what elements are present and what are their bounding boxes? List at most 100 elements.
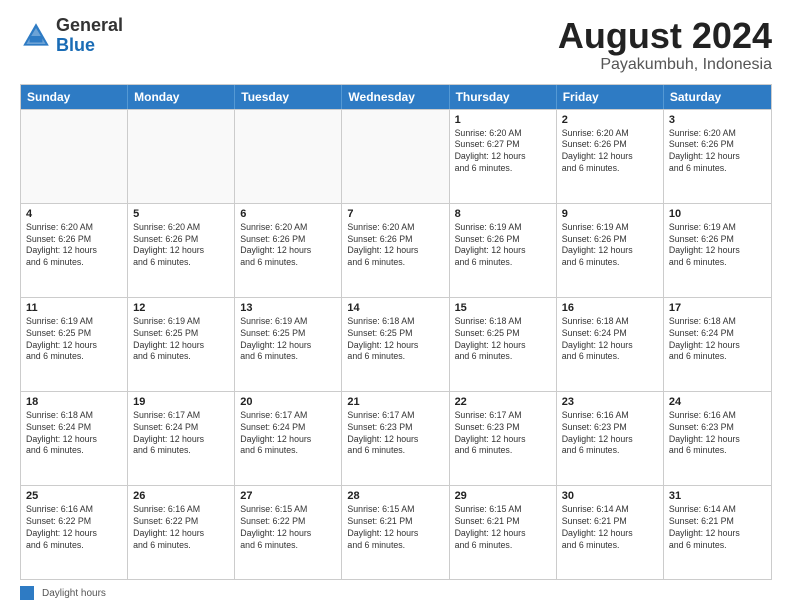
cal-cell: 29 Sunrise: 6:15 AM Sunset: 6:21 PM Dayli…: [450, 486, 557, 579]
cell-day-number: 4: [26, 208, 122, 220]
cell-day-number: 10: [669, 208, 766, 220]
cell-info: Sunrise: 6:18 AM Sunset: 6:25 PM Dayligh…: [455, 316, 551, 364]
cell-day-number: 15: [455, 302, 551, 314]
cal-row-2: 11 Sunrise: 6:19 AM Sunset: 6:25 PM Dayli…: [21, 297, 771, 391]
cal-cell: [235, 110, 342, 203]
cal-cell: 1 Sunrise: 6:20 AM Sunset: 6:27 PM Daylig…: [450, 110, 557, 203]
cell-info: Sunrise: 6:18 AM Sunset: 6:24 PM Dayligh…: [562, 316, 658, 364]
cal-cell: 17Sunrise: 6:18 AM Sunset: 6:24 PM Dayli…: [664, 298, 771, 391]
cal-cell: 28Sunrise: 6:15 AM Sunset: 6:21 PM Dayli…: [342, 486, 449, 579]
cal-cell: 20 Sunrise: 6:17 AM Sunset: 6:24 PM Dayli…: [235, 392, 342, 485]
cal-cell: [342, 110, 449, 203]
cell-day-number: 23: [562, 396, 658, 408]
cell-day-number: 27: [240, 490, 336, 502]
cell-info: Sunrise: 6:16 AM Sunset: 6:22 PM Dayligh…: [26, 504, 122, 552]
cell-day-number: 6: [240, 208, 336, 220]
cell-day-number: 16: [562, 302, 658, 314]
cell-info: Sunrise: 6:20 AM Sunset: 6:26 PM Dayligh…: [347, 222, 443, 270]
cell-info: Sunrise: 6:16 AM Sunset: 6:23 PM Dayligh…: [669, 410, 766, 458]
cal-header-day-saturday: Saturday: [664, 85, 771, 109]
cal-cell: 12 Sunrise: 6:19 AM Sunset: 6:25 PM Dayli…: [128, 298, 235, 391]
cell-info: Sunrise: 6:19 AM Sunset: 6:25 PM Dayligh…: [26, 316, 122, 364]
cell-day-number: 26: [133, 490, 229, 502]
cal-cell: 24 Sunrise: 6:16 AM Sunset: 6:23 PM Dayli…: [664, 392, 771, 485]
cell-info: Sunrise: 6:19 AM Sunset: 6:26 PM Dayligh…: [455, 222, 551, 270]
cell-info: Sunrise: 6:15 AM Sunset: 6:21 PM Dayligh…: [455, 504, 551, 552]
cal-cell: 3Sunrise: 6:20 AM Sunset: 6:26 PM Daylig…: [664, 110, 771, 203]
cell-info: Sunrise: 6:17 AM Sunset: 6:23 PM Dayligh…: [347, 410, 443, 458]
cell-day-number: 31: [669, 490, 766, 502]
cell-day-number: 3: [669, 114, 766, 126]
cell-day-number: 20: [240, 396, 336, 408]
cell-day-number: 12: [133, 302, 229, 314]
cal-cell: 26 Sunrise: 6:16 AM Sunset: 6:22 PM Dayli…: [128, 486, 235, 579]
cal-header-day-thursday: Thursday: [450, 85, 557, 109]
cell-day-number: 17: [669, 302, 766, 314]
cell-info: Sunrise: 6:20 AM Sunset: 6:26 PM Dayligh…: [133, 222, 229, 270]
cal-row-0: 1 Sunrise: 6:20 AM Sunset: 6:27 PM Daylig…: [21, 109, 771, 203]
cal-cell: 18Sunrise: 6:18 AM Sunset: 6:24 PM Dayli…: [21, 392, 128, 485]
cell-info: Sunrise: 6:19 AM Sunset: 6:25 PM Dayligh…: [133, 316, 229, 364]
cal-cell: 15 Sunrise: 6:18 AM Sunset: 6:25 PM Dayli…: [450, 298, 557, 391]
cal-cell: 19 Sunrise: 6:17 AM Sunset: 6:24 PM Dayli…: [128, 392, 235, 485]
calendar-body: 1 Sunrise: 6:20 AM Sunset: 6:27 PM Daylig…: [21, 109, 771, 579]
cell-day-number: 5: [133, 208, 229, 220]
month-year: August 2024: [558, 16, 772, 56]
cal-cell: 14 Sunrise: 6:18 AM Sunset: 6:25 PM Dayli…: [342, 298, 449, 391]
cell-info: Sunrise: 6:17 AM Sunset: 6:23 PM Dayligh…: [455, 410, 551, 458]
cal-cell: 6 Sunrise: 6:20 AM Sunset: 6:26 PM Daylig…: [235, 204, 342, 297]
cell-info: Sunrise: 6:20 AM Sunset: 6:26 PM Dayligh…: [562, 128, 658, 176]
cell-day-number: 1: [455, 114, 551, 126]
cell-day-number: 8: [455, 208, 551, 220]
daylight-label: Daylight hours: [42, 588, 106, 599]
cell-day-number: 29: [455, 490, 551, 502]
cal-header-day-wednesday: Wednesday: [342, 85, 449, 109]
logo-blue-text: Blue: [56, 35, 95, 55]
cal-cell: 21 Sunrise: 6:17 AM Sunset: 6:23 PM Dayli…: [342, 392, 449, 485]
cell-day-number: 28: [347, 490, 443, 502]
cell-day-number: 13: [240, 302, 336, 314]
page: General Blue August 2024 Payakumbuh, Ind…: [0, 0, 792, 612]
cell-info: Sunrise: 6:20 AM Sunset: 6:26 PM Dayligh…: [240, 222, 336, 270]
cell-day-number: 11: [26, 302, 122, 314]
cal-row-3: 18Sunrise: 6:18 AM Sunset: 6:24 PM Dayli…: [21, 391, 771, 485]
cell-day-number: 14: [347, 302, 443, 314]
cell-info: Sunrise: 6:17 AM Sunset: 6:24 PM Dayligh…: [133, 410, 229, 458]
cal-row-1: 4 Sunrise: 6:20 AM Sunset: 6:26 PM Daylig…: [21, 203, 771, 297]
calendar-header: SundayMondayTuesdayWednesdayThursdayFrid…: [21, 85, 771, 109]
cal-cell: 31 Sunrise: 6:14 AM Sunset: 6:21 PM Dayli…: [664, 486, 771, 579]
cell-info: Sunrise: 6:14 AM Sunset: 6:21 PM Dayligh…: [669, 504, 766, 552]
cell-info: Sunrise: 6:17 AM Sunset: 6:24 PM Dayligh…: [240, 410, 336, 458]
cell-info: Sunrise: 6:16 AM Sunset: 6:22 PM Dayligh…: [133, 504, 229, 552]
logo-general-text: General: [56, 15, 123, 35]
title-block: August 2024 Payakumbuh, Indonesia: [558, 16, 772, 74]
cell-day-number: 30: [562, 490, 658, 502]
cell-info: Sunrise: 6:19 AM Sunset: 6:26 PM Dayligh…: [669, 222, 766, 270]
cell-day-number: 25: [26, 490, 122, 502]
logo: General Blue: [20, 16, 123, 56]
cell-day-number: 22: [455, 396, 551, 408]
cell-info: Sunrise: 6:14 AM Sunset: 6:21 PM Dayligh…: [562, 504, 658, 552]
daylight-swatch: [20, 586, 34, 600]
cell-info: Sunrise: 6:20 AM Sunset: 6:27 PM Dayligh…: [455, 128, 551, 176]
cell-info: Sunrise: 6:18 AM Sunset: 6:24 PM Dayligh…: [26, 410, 122, 458]
calendar: SundayMondayTuesdayWednesdayThursdayFrid…: [20, 84, 772, 580]
cal-row-4: 25 Sunrise: 6:16 AM Sunset: 6:22 PM Dayli…: [21, 485, 771, 579]
cal-cell: 22 Sunrise: 6:17 AM Sunset: 6:23 PM Dayli…: [450, 392, 557, 485]
cell-info: Sunrise: 6:15 AM Sunset: 6:22 PM Dayligh…: [240, 504, 336, 552]
cell-day-number: 24: [669, 396, 766, 408]
location: Payakumbuh, Indonesia: [558, 56, 772, 74]
cal-cell: [21, 110, 128, 203]
cell-day-number: 19: [133, 396, 229, 408]
cell-day-number: 7: [347, 208, 443, 220]
cal-cell: 11 Sunrise: 6:19 AM Sunset: 6:25 PM Dayli…: [21, 298, 128, 391]
cal-cell: 10 Sunrise: 6:19 AM Sunset: 6:26 PM Dayli…: [664, 204, 771, 297]
cell-info: Sunrise: 6:18 AM Sunset: 6:25 PM Dayligh…: [347, 316, 443, 364]
cell-info: Sunrise: 6:16 AM Sunset: 6:23 PM Dayligh…: [562, 410, 658, 458]
cal-cell: 23 Sunrise: 6:16 AM Sunset: 6:23 PM Dayli…: [557, 392, 664, 485]
cal-cell: 25 Sunrise: 6:16 AM Sunset: 6:22 PM Dayli…: [21, 486, 128, 579]
cell-info: Sunrise: 6:19 AM Sunset: 6:25 PM Dayligh…: [240, 316, 336, 364]
cell-day-number: 9: [562, 208, 658, 220]
cal-cell: 7 Sunrise: 6:20 AM Sunset: 6:26 PM Daylig…: [342, 204, 449, 297]
cell-day-number: 21: [347, 396, 443, 408]
